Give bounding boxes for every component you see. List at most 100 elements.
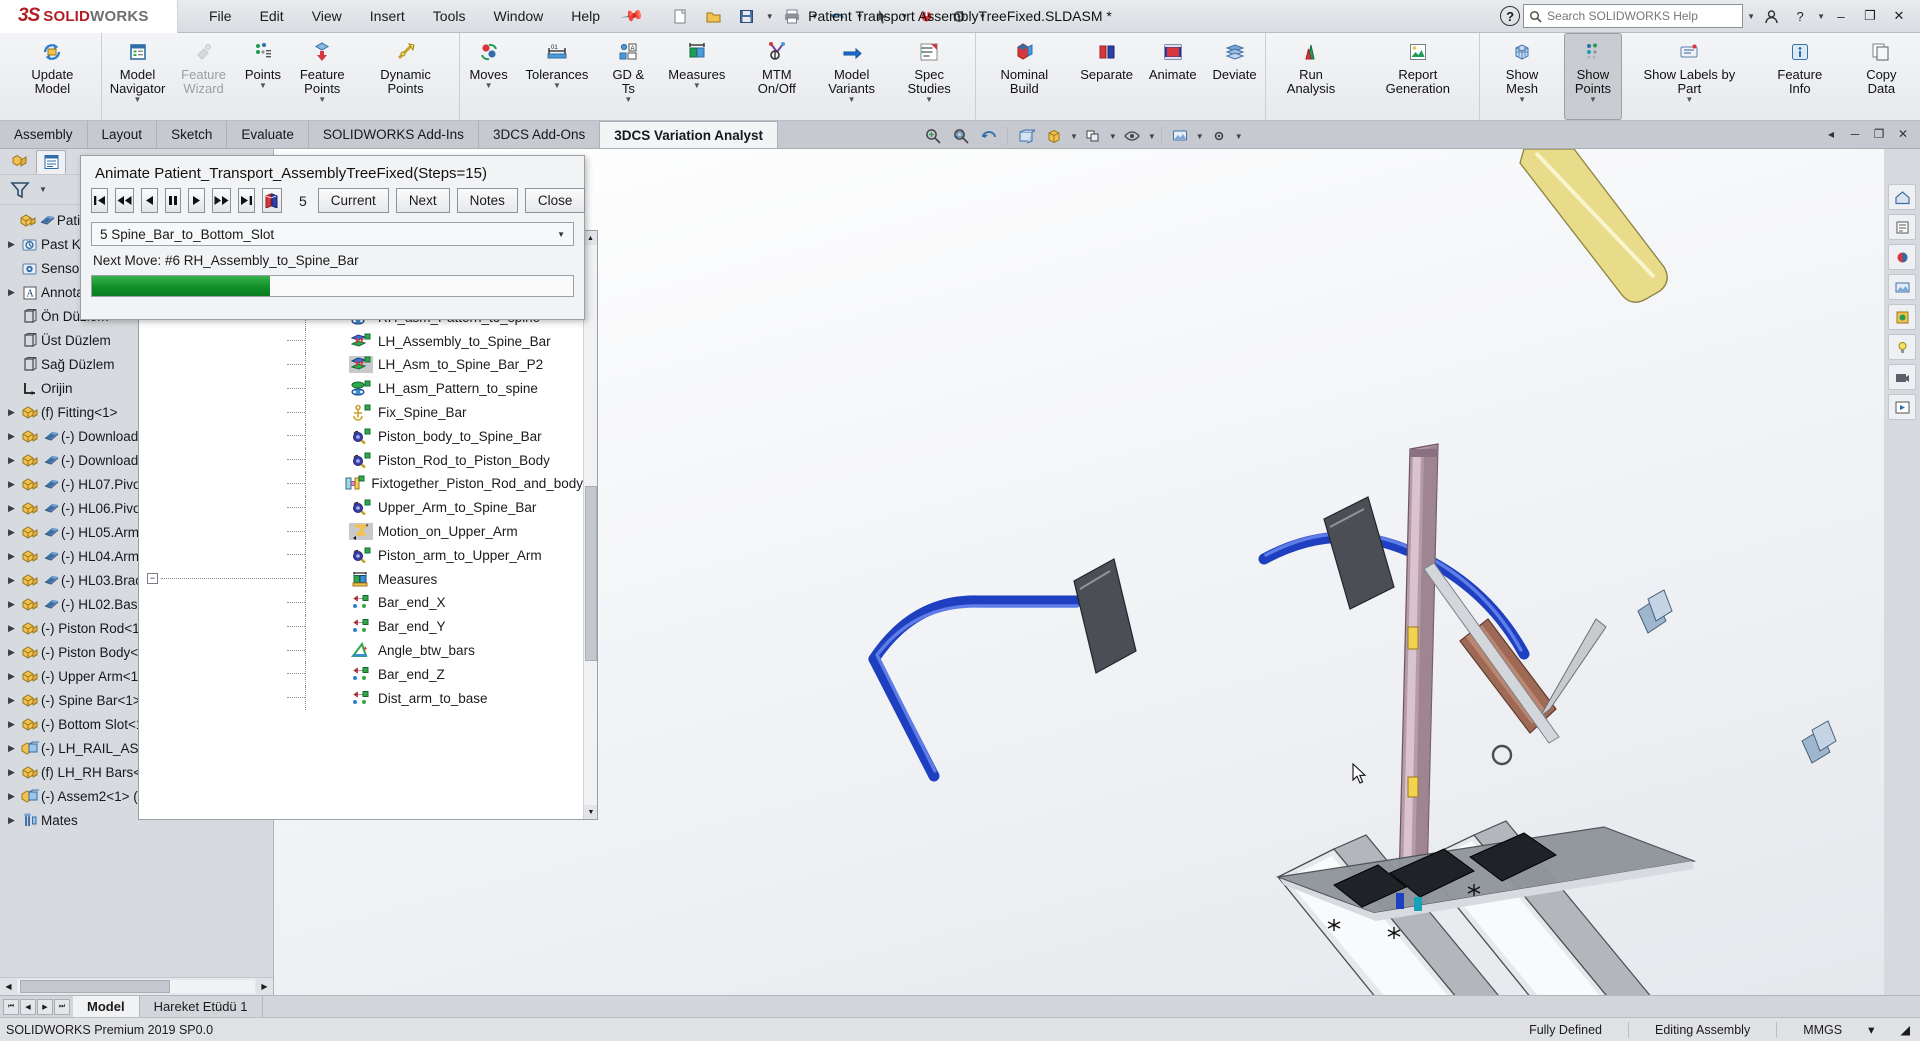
ribbon-separate[interactable]: Separate <box>1072 33 1141 120</box>
restore-button[interactable]: ❐ <box>1857 3 1883 29</box>
select-icon[interactable] <box>867 3 897 29</box>
tab-nav-next[interactable]: ▶ <box>37 999 53 1015</box>
doc-minimize-button[interactable]: ─ <box>1844 124 1866 144</box>
tab-assembly[interactable]: Assembly <box>0 121 88 148</box>
apply-scene-dropdown-caret[interactable]: ▼ <box>1196 132 1204 141</box>
ribbon-copy-data[interactable]: Copy Data <box>1843 33 1920 120</box>
home-icon[interactable] <box>1888 184 1916 210</box>
ribbon-show-labels-by-part[interactable]: Show Labels by Part ▼ <box>1622 33 1757 120</box>
move-tree-item[interactable]: LH_Assembly_to_Spine_Bar <box>139 329 583 353</box>
move-tree-item[interactable]: Piston_Rod_to_Piston_Body <box>139 448 583 472</box>
filter-dropdown-caret[interactable]: ▼ <box>39 185 47 194</box>
move-tree-item[interactable]: Motion_on_Upper_Arm <box>139 520 583 544</box>
expand-arrow-icon[interactable]: ▶ <box>4 767 19 778</box>
move-tree-item[interactable]: Fixtogether_Piston_Rod_and_body <box>139 472 583 496</box>
show-deviation-button[interactable] <box>262 188 282 213</box>
menu-window[interactable]: Window <box>480 3 556 29</box>
section-view-icon[interactable] <box>1013 124 1039 148</box>
display-manager-icon[interactable] <box>1888 214 1916 240</box>
move-tree-item[interactable]: LH_Asm_to_Spine_Bar_P2 <box>139 353 583 377</box>
ribbon-feature-points[interactable]: Feature Points ▼ <box>292 33 353 120</box>
expand-arrow-icon[interactable]: ▶ <box>4 503 19 514</box>
expand-arrow-icon[interactable]: ▶ <box>4 719 19 730</box>
undo-icon[interactable] <box>822 3 852 29</box>
bottom-tab-motion-study[interactable]: Hareket Etüdü 1 <box>140 996 263 1018</box>
expand-arrow-icon[interactable]: ▶ <box>4 599 19 610</box>
apply-scene-icon[interactable] <box>1167 124 1193 148</box>
mate-scroll-down-arrow[interactable]: ▼ <box>584 805 598 819</box>
help-question-icon[interactable]: ? <box>1500 6 1520 26</box>
tab-layout[interactable]: Layout <box>88 121 158 148</box>
expand-arrow-icon[interactable]: ▶ <box>4 791 19 802</box>
ribbon-moves[interactable]: Moves ▼ <box>460 33 518 120</box>
ribbon-feature-info[interactable]: Feature Info <box>1757 33 1843 120</box>
move-tree-item[interactable]: Angle_btw_bars <box>139 639 583 663</box>
view-orientation-icon[interactable] <box>1041 124 1067 148</box>
hscroll-thumb[interactable] <box>20 980 170 993</box>
menu-edit[interactable]: Edit <box>247 3 297 29</box>
view-settings-icon[interactable] <box>1206 124 1232 148</box>
ribbon-report-generation[interactable]: Report Generation <box>1356 33 1479 120</box>
animate-dialog[interactable]: Animate Patient_Transport_AssemblyTreeFi… <box>80 155 585 320</box>
move-tree-item[interactable]: Upper_Arm_to_Spine_Bar <box>139 496 583 520</box>
collapse-box-icon[interactable]: − <box>147 573 158 584</box>
view-settings-dropdown-caret[interactable]: ▼ <box>1235 132 1243 141</box>
ribbon-spec-studies[interactable]: Spec Studies ▼ <box>883 33 975 120</box>
search-dropdown-caret[interactable]: ▼ <box>1747 12 1755 21</box>
tab-3dcs-variation-analyst[interactable]: 3DCS Variation Analyst <box>600 121 778 148</box>
ribbon-dynamic-points[interactable]: Dynamic Points <box>353 33 459 120</box>
expand-arrow-icon[interactable]: ▶ <box>4 527 19 538</box>
ribbon-show-mesh[interactable]: Show Mesh ▼ <box>1480 33 1564 120</box>
current-button[interactable]: Current <box>318 188 389 213</box>
bottom-tab-model[interactable]: Model <box>73 996 140 1018</box>
tab-nav-first[interactable]: ⏮ <box>3 999 19 1015</box>
minimize-button[interactable]: – <box>1828 3 1854 29</box>
ribbon-tolerances[interactable]: 01 Tolerances ▼ <box>518 33 597 120</box>
play-button[interactable] <box>188 188 205 213</box>
scenes-icon[interactable] <box>1888 274 1916 300</box>
select-dropdown-caret[interactable]: ▼ <box>901 12 909 21</box>
save-icon[interactable] <box>732 3 762 29</box>
menu-view[interactable]: View <box>299 3 355 29</box>
expand-arrow-icon[interactable]: ▶ <box>4 551 19 562</box>
help-dropdown-caret[interactable]: ▼ <box>1817 12 1825 21</box>
close-button[interactable]: ✕ <box>1886 3 1912 29</box>
print-dropdown-caret[interactable]: ▼ <box>811 12 819 21</box>
points-dropdown-caret[interactable]: ▼ <box>259 82 267 89</box>
zoom-to-fit-icon[interactable] <box>920 124 946 148</box>
open-document-icon[interactable] <box>699 3 729 29</box>
expand-arrow-icon[interactable]: ▶ <box>4 695 19 706</box>
expand-arrow-icon[interactable]: ▶ <box>4 743 19 754</box>
view-orientation-dropdown-caret[interactable]: ▼ <box>1070 132 1078 141</box>
move-tree-item[interactable]: Fix_Spine_Bar <box>139 401 583 425</box>
expand-arrow-icon[interactable]: ▶ <box>4 647 19 658</box>
move-tree-item[interactable]: Bar_end_X <box>139 591 583 615</box>
status-resize-grip[interactable]: ◢ <box>1900 1022 1910 1037</box>
expand-arrow-icon[interactable]: ▶ <box>4 407 19 418</box>
hide-show-dropdown-caret[interactable]: ▼ <box>1148 132 1156 141</box>
decals-icon[interactable] <box>1888 304 1916 330</box>
tab-evaluate[interactable]: Evaluate <box>227 121 309 148</box>
doc-restore-button[interactable]: ❐ <box>1868 124 1890 144</box>
rebuild-icon[interactable] <box>911 3 941 29</box>
move-tree-vscrollbar[interactable]: ▲ ▼ <box>583 231 597 819</box>
hscroll-right-arrow[interactable]: ▶ <box>256 978 273 995</box>
mate-scroll-thumb[interactable] <box>585 486 597 661</box>
ribbon-model-navigator[interactable]: Model Navigator ▼ <box>102 33 173 120</box>
next-button[interactable]: Next <box>396 188 450 213</box>
print-icon[interactable] <box>777 3 807 29</box>
ribbon-points[interactable]: Points ▼ <box>234 33 292 120</box>
menu-tools[interactable]: Tools <box>420 3 479 29</box>
expand-arrow-icon[interactable]: ▶ <box>4 455 19 466</box>
fast-forward-button[interactable] <box>212 188 231 213</box>
save-dropdown-caret[interactable]: ▼ <box>766 12 774 21</box>
status-units[interactable]: MMGS <box>1803 1023 1842 1037</box>
menu-help[interactable]: Help <box>558 3 613 29</box>
first-step-button[interactable] <box>91 188 108 213</box>
lights-icon[interactable] <box>1888 334 1916 360</box>
close-button-dialog[interactable]: Close <box>525 188 586 213</box>
model-navigator-dropdown-caret[interactable]: ▼ <box>134 96 142 103</box>
step-back-button[interactable] <box>141 188 158 213</box>
tab-sketch[interactable]: Sketch <box>157 121 227 148</box>
mate-scroll-up-arrow[interactable]: ▲ <box>584 231 597 245</box>
